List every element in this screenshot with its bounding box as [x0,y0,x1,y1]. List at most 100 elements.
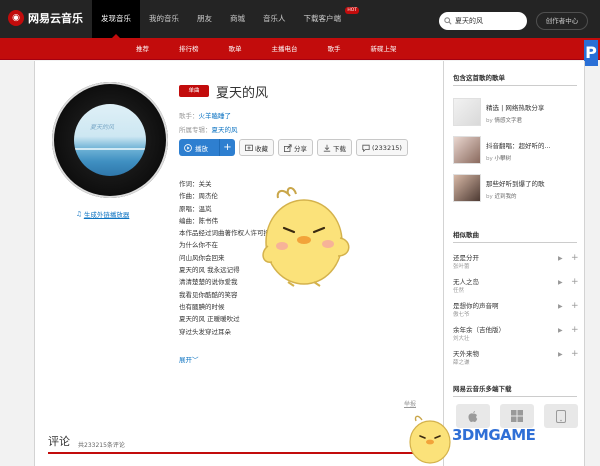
lyric-line: 夏天的风 正暖暖吹过 [179,315,240,324]
nav-discover[interactable]: 发现音乐 [92,0,140,38]
top-nav: 发现音乐 我的音乐 朋友 商城 音乐人 下载客户端 HOT [92,0,359,38]
subnav-charts[interactable]: 排行榜 [171,41,207,57]
share-button[interactable]: 分享 [278,139,313,156]
play-icon[interactable]: ▶ [558,279,563,286]
song-title: 夏天的风 [216,86,269,101]
add-icon[interactable]: + [571,325,579,335]
report-link[interactable]: 举报 [404,399,416,408]
similar-song-item[interactable]: 天外来物 薛之谦 ▶ + [453,347,579,369]
similar-song-item[interactable]: 还是分开 张叶蕾 ▶ + [453,251,579,273]
playlist-name: 精选 | 网络热歌分享 [486,104,545,112]
download-label: 下载 [333,144,346,153]
play-label: 播放 [195,144,208,153]
playlist-item[interactable]: 精选 | 网络热歌分享 by 情感文字君 [453,98,579,128]
creator-center-button[interactable]: 创作者中心 [536,12,588,30]
add-icon[interactable]: + [571,253,579,263]
similar-song-artist: 傲七爷 [453,312,470,318]
embed-player-link[interactable]: ♫ 生成外链播放器 [76,209,129,219]
subnav-new-albums[interactable]: 新碟上架 [363,41,405,57]
top-navbar: ◉ 网易云音乐 发现音乐 我的音乐 朋友 商城 音乐人 下载客户端 HOT 创作… [0,0,600,38]
similar-song-name: 是想你的声音啊 [453,302,499,310]
nav-my-music[interactable]: 我的音乐 [140,0,188,38]
album-cover: 夏天的风 [74,104,146,176]
subnav-artists[interactable]: 歌手 [320,41,349,57]
play-button[interactable]: 播放 [179,143,219,153]
collect-label: 收藏 [255,144,268,153]
subnav-recommend[interactable]: 推荐 [128,41,157,57]
add-icon[interactable]: + [571,349,579,359]
similar-song-artist: 薛之谦 [453,360,470,366]
single-tag: 单曲 [179,85,209,97]
sub-nav: 推荐 排行榜 歌单 主播电台 歌手 新碟上架 [128,38,405,60]
similar-song-name: 天外来物 [453,350,479,358]
similar-song-name: 无人之岛 [453,278,479,286]
album-disc: 夏天的风 [52,82,168,198]
comment-count: (233215) [372,143,402,152]
playlist-item[interactable]: 抖音翻唱：超好听的... by 小攀树 [453,136,579,166]
lyric-line: 我看见你酷酷的笑容 [179,290,238,299]
singer-link[interactable]: 火羊瞌睡了 [199,112,232,120]
similar-song-artist: 刘大壮 [453,336,470,342]
music-note-icon: ♫ [76,210,82,218]
windows-icon [511,410,523,422]
chick-mascot-sticker [262,187,350,287]
playlist-item[interactable]: 那些好听到爆了的歌 by 近到我的 [453,174,579,204]
subnav-radio[interactable]: 主播电台 [264,41,306,57]
android-download-icon[interactable] [544,404,578,428]
share-icon [284,143,292,152]
nav-download-client[interactable]: 下载客户端 HOT [295,0,359,38]
by-label: by [486,156,493,162]
playlist-creator: by 情感文字君 [486,116,544,124]
playlist-creator: by 小攀树 [486,154,551,162]
sub-navbar: 推荐 排行榜 歌单 主播电台 歌手 新碟上架 [0,38,600,60]
collect-button[interactable]: 收藏 [239,139,274,156]
similar-song-item[interactable]: 余年余（吉他版） 刘大壮 ▶ + [453,323,579,345]
logo[interactable]: ◉ 网易云音乐 [8,10,83,26]
playlist-name: 抖音翻唱：超好听的... [486,142,551,150]
play-icon[interactable]: ▶ [558,303,563,310]
windows-download-icon[interactable] [500,404,534,428]
similar-song-artist: 张叶蕾 [453,264,470,270]
apple-icon [468,410,478,422]
hot-badge: HOT [345,7,359,14]
comment-icon [362,144,370,152]
search-box[interactable] [439,12,527,30]
chick-watermark-icon [409,415,451,464]
playlist-name: 那些好听到爆了的歌 [486,180,545,188]
lyric-line: 穿过头发穿过耳朵 [179,327,231,336]
similar-song-item[interactable]: 是想你的声音啊 傲七爷 ▶ + [453,299,579,321]
subnav-playlists[interactable]: 歌单 [221,41,250,57]
similar-song-item[interactable]: 无人之岛 任然 ▶ + [453,275,579,297]
apple-download-icon[interactable] [456,404,490,428]
search-icon [444,17,452,25]
comments-total: 共233215条评论 [78,442,125,449]
nav-friends[interactable]: 朋友 [188,0,221,38]
similar-song-name: 还是分开 [453,254,479,262]
multi-platform-download-header: 网易云音乐多端下载 [453,383,577,397]
action-buttons: 播放 + 收藏 分享 下载 (233215) [179,139,408,156]
add-icon[interactable]: + [571,301,579,311]
album-link[interactable]: 夏天的风 [212,126,238,134]
similar-song-artist: 任然 [453,288,465,294]
search-input[interactable] [455,17,525,25]
similar-songs-header: 相似歌曲 [453,229,577,243]
playlist-info: 精选 | 网络热歌分享 by 情感文字君 [486,98,544,128]
nav-mall[interactable]: 商城 [221,0,254,38]
expand-lyrics-link[interactable]: 展开﹀ [179,354,199,364]
download-button[interactable]: 下载 [317,139,352,156]
comments-title: 评论 [48,435,70,448]
nav-musician[interactable]: 音乐人 [254,0,295,38]
creator-name: 情感文字君 [494,118,523,124]
playlist-info: 那些好听到爆了的歌 by 近到我的 [486,174,545,204]
add-icon[interactable]: + [571,277,579,287]
play-icon[interactable]: ▶ [558,327,563,334]
playlist-thumbnail [453,98,481,126]
play-icon[interactable]: ▶ [558,351,563,358]
play-icon[interactable]: ▶ [558,255,563,262]
comments-header: 评论 共233215条评论 [48,434,428,454]
add-to-playlist-button[interactable]: + [219,139,235,156]
netease-logo-icon: ◉ [8,10,24,26]
playlist-thumbnail [453,136,481,164]
comment-button[interactable]: (233215) [356,139,408,156]
cover-horizon [74,148,146,150]
